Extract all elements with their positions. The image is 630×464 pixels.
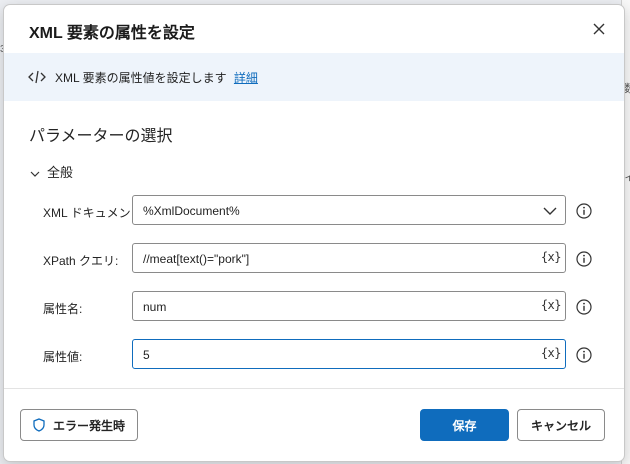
info-bar: XML 要素の属性値を設定します 詳細 — [4, 53, 624, 101]
info-icon[interactable] — [576, 251, 592, 267]
chevron-down-icon — [543, 207, 557, 215]
attribute-value-label: 属性値: — [43, 350, 83, 364]
xml-document-dropdown[interactable]: %XmlDocument% — [132, 195, 566, 225]
xml-document-value: %XmlDocument% — [143, 204, 240, 218]
info-icon[interactable] — [576, 203, 592, 219]
attribute-name-label: 属性名: — [43, 302, 83, 316]
xpath-query-label: XPath クエリ: — [43, 254, 119, 268]
cancel-button[interactable]: キャンセル — [517, 409, 605, 441]
section-title: パラメーターの選択 — [29, 128, 173, 145]
save-button[interactable]: 保存 — [420, 409, 509, 441]
general-group-label: 全般 — [47, 165, 74, 180]
dialog-titlebar: XML 要素の属性を設定 — [4, 5, 624, 53]
on-error-button[interactable]: エラー発生時 — [20, 409, 138, 441]
on-error-label: エラー発生時 — [52, 418, 125, 433]
info-icon[interactable] — [576, 299, 592, 315]
info-description: XML 要素の属性値を設定します 詳細 — [55, 69, 258, 86]
close-icon[interactable] — [588, 18, 610, 40]
code-icon — [28, 70, 46, 84]
general-group-toggle[interactable]: 全般 — [29, 162, 73, 181]
details-link[interactable]: 詳細 — [234, 71, 258, 85]
xpath-query-input[interactable]: //meat[text()="pork"] {x} — [132, 243, 566, 273]
footer-divider — [4, 388, 624, 389]
insert-variable-button[interactable]: {x} — [541, 346, 562, 360]
attribute-name-input[interactable]: num {x} — [132, 291, 566, 321]
insert-variable-button[interactable]: {x} — [541, 298, 562, 312]
set-xml-attribute-dialog: XML 要素の属性を設定 XML 要素の属性値を設定します 詳細 パラメーターの… — [3, 4, 625, 462]
chevron-down-icon — [30, 171, 40, 177]
dialog-title: XML 要素の属性を設定 — [29, 25, 195, 42]
shield-icon — [33, 418, 45, 432]
info-icon[interactable] — [576, 347, 592, 363]
info-text: XML 要素の属性値を設定します — [55, 71, 227, 85]
attribute-value-value: 5 — [143, 348, 150, 362]
xpath-query-value: //meat[text()="pork"] — [143, 252, 250, 266]
insert-variable-button[interactable]: {x} — [541, 250, 562, 264]
xml-document-label: XML ドキュメント: — [43, 206, 146, 220]
attribute-value-input[interactable]: 5 {x} — [132, 339, 566, 369]
attribute-name-value: num — [143, 300, 167, 314]
